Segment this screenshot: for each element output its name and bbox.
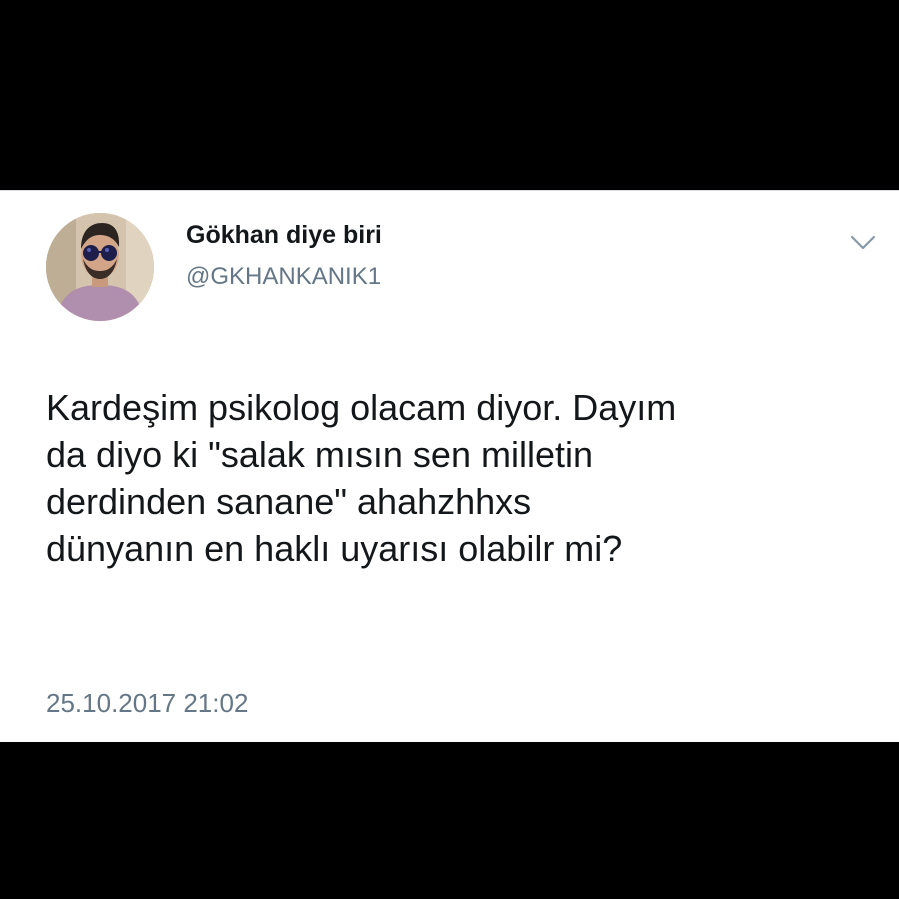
tweet-text-line: da diyo ki "salak mısın sen milletin xyxy=(46,434,593,475)
user-handle[interactable]: @GKHANKANIK1 xyxy=(186,263,381,291)
display-name[interactable]: Gökhan diye biri xyxy=(186,221,382,250)
chevron-down-icon[interactable] xyxy=(846,231,880,255)
tweet-text-line: dünyanın en haklı uyarısı olabilr mi? xyxy=(46,528,623,569)
tweet-text-line: Kardeşim psikolog olacam diyor. Dayım xyxy=(46,387,677,428)
tweet-timestamp[interactable]: 25.10.2017 21:02 xyxy=(46,688,248,719)
tweet-text-line: derdinden sanane" ahahzhhxs xyxy=(46,481,532,522)
screenshot-frame: Gökhan diye biri @GKHANKANIK1 Kardeşim p… xyxy=(0,0,899,899)
tweet-text: Kardeşim psikolog olacam diyor. Dayım da… xyxy=(46,384,866,572)
tweet-card: Gökhan diye biri @GKHANKANIK1 Kardeşim p… xyxy=(0,190,899,742)
avatar-image xyxy=(46,213,154,321)
avatar[interactable] xyxy=(46,213,154,321)
